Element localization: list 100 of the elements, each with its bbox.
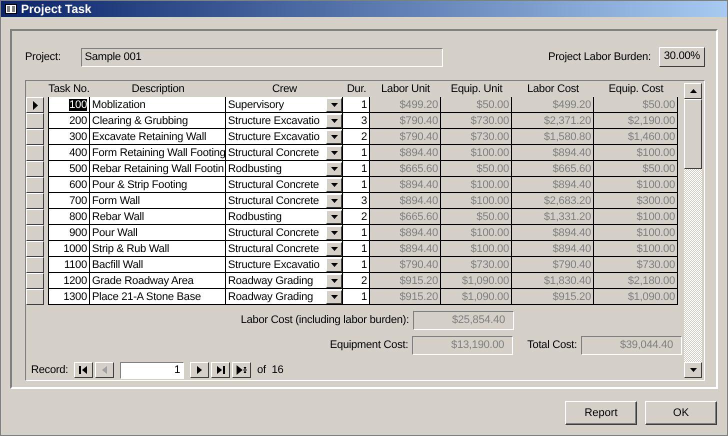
- table-cell: $100.00: [441, 241, 512, 257]
- table-cell[interactable]: 300: [48, 129, 90, 145]
- crew-combo-box[interactable]: Structural Concrete: [226, 225, 343, 241]
- table-cell[interactable]: Form Wall: [90, 193, 226, 209]
- dropdown-button[interactable]: [326, 194, 342, 208]
- table-cell[interactable]: 200: [48, 113, 90, 129]
- dropdown-arrow-icon: [330, 150, 338, 154]
- dropdown-button[interactable]: [326, 162, 342, 176]
- table-cell[interactable]: Pour & Strip Footing: [90, 177, 226, 193]
- table-cell[interactable]: Rebar Wall: [90, 209, 226, 225]
- table-cell[interactable]: 3: [343, 113, 370, 129]
- row-selector[interactable]: [26, 129, 44, 145]
- table-cell[interactable]: Place 21-A Stone Base: [90, 289, 226, 305]
- table-cell[interactable]: 1: [343, 177, 370, 193]
- record-number-field[interactable]: 1: [120, 362, 184, 378]
- table-cell[interactable]: 1: [343, 97, 370, 113]
- table-cell[interactable]: Form Retaining Wall Footing: [90, 145, 226, 161]
- vertical-scrollbar[interactable]: [684, 83, 702, 378]
- ok-button[interactable]: OK: [645, 401, 717, 425]
- new-record-button[interactable]: [232, 362, 252, 378]
- table-cell: $2,371.20: [512, 113, 594, 129]
- row-selector[interactable]: [26, 113, 44, 129]
- dropdown-button[interactable]: [326, 242, 342, 256]
- table-cell[interactable]: 1: [343, 241, 370, 257]
- row-selector[interactable]: [26, 161, 44, 177]
- dropdown-button[interactable]: [326, 274, 342, 288]
- crew-combo-box[interactable]: Rodbusting: [226, 161, 343, 177]
- table-cell[interactable]: 1: [343, 257, 370, 273]
- dropdown-button[interactable]: [326, 98, 342, 112]
- table-cell[interactable]: 1000: [48, 241, 90, 257]
- project-field[interactable]: Sample 001: [80, 48, 443, 66]
- table-cell[interactable]: 100: [48, 97, 90, 113]
- last-record-button[interactable]: [211, 362, 230, 378]
- next-record-button[interactable]: [190, 362, 210, 378]
- dropdown-button[interactable]: [326, 146, 342, 160]
- dropdown-button[interactable]: [326, 258, 342, 272]
- table-cell: $50.00: [441, 97, 512, 113]
- row-selector[interactable]: [26, 97, 44, 113]
- table-cell[interactable]: Pour Wall: [90, 225, 226, 241]
- table-cell[interactable]: 1200: [48, 273, 90, 289]
- table-cell[interactable]: 1: [343, 145, 370, 161]
- crew-combo-box[interactable]: Structure Excavatio: [226, 113, 343, 129]
- scroll-thumb[interactable]: [684, 99, 702, 169]
- crew-combo-box[interactable]: Roadway Grading: [226, 273, 343, 289]
- row-selector[interactable]: [26, 257, 44, 273]
- dropdown-button[interactable]: [326, 210, 342, 224]
- table-cell[interactable]: 400: [48, 145, 90, 161]
- table-cell[interactable]: 1: [343, 225, 370, 241]
- row-selector[interactable]: [26, 177, 44, 193]
- dropdown-arrow-icon: [330, 118, 338, 122]
- table-cell[interactable]: Grade Roadway Area: [90, 273, 226, 289]
- table-cell[interactable]: 800: [48, 209, 90, 225]
- row-selector[interactable]: [26, 241, 44, 257]
- table-cell: $100.00: [594, 225, 678, 241]
- table-cell: $100.00: [594, 145, 678, 161]
- row-selector[interactable]: [26, 193, 44, 209]
- window-title: Project Task: [21, 2, 92, 16]
- table-cell[interactable]: Excavate Retaining Wall: [90, 129, 226, 145]
- table-cell[interactable]: 1: [343, 161, 370, 177]
- crew-combo-box[interactable]: Structural Concrete: [226, 177, 343, 193]
- crew-combo-box[interactable]: Structural Concrete: [226, 145, 343, 161]
- first-record-button[interactable]: [74, 362, 94, 378]
- table-cell[interactable]: 2: [343, 273, 370, 289]
- labor-burden-field[interactable]: 30.00%: [658, 47, 705, 67]
- row-selector[interactable]: [26, 145, 44, 161]
- crew-combo-box[interactable]: Structural Concrete: [226, 193, 343, 209]
- table-cell: $100.00: [441, 145, 512, 161]
- row-selector[interactable]: [26, 209, 44, 225]
- row-selector[interactable]: [26, 289, 44, 305]
- labor-cost-field: $25,854.40: [413, 310, 514, 330]
- dropdown-button[interactable]: [326, 226, 342, 240]
- row-selector[interactable]: [26, 225, 44, 241]
- table-cell[interactable]: 700: [48, 193, 90, 209]
- table-cell[interactable]: 600: [48, 177, 90, 193]
- table-cell[interactable]: 1: [343, 289, 370, 305]
- table-cell: $499.20: [512, 97, 594, 113]
- table-cell[interactable]: Clearing & Grubbing: [90, 113, 226, 129]
- table-cell[interactable]: 1100: [48, 257, 90, 273]
- crew-combo-box[interactable]: Structural Concrete: [226, 241, 343, 257]
- row-selector[interactable]: [26, 273, 44, 289]
- table-cell[interactable]: 500: [48, 161, 90, 177]
- table-cell[interactable]: 900: [48, 225, 90, 241]
- table-cell[interactable]: 3: [343, 193, 370, 209]
- table-cell[interactable]: Bacfill Wall: [90, 257, 226, 273]
- dropdown-button[interactable]: [326, 178, 342, 192]
- crew-combo-box[interactable]: Roadway Grading: [226, 289, 343, 305]
- table-cell[interactable]: Strip & Rub Wall: [90, 241, 226, 257]
- table-cell[interactable]: Rebar Retaining Wall Footin: [90, 161, 226, 177]
- table-cell[interactable]: Moblization: [90, 97, 226, 113]
- crew-combo-box[interactable]: Structure Excavatio: [226, 257, 343, 273]
- table-cell[interactable]: 2: [343, 129, 370, 145]
- crew-combo-box[interactable]: Supervisory: [226, 97, 343, 113]
- dropdown-button[interactable]: [326, 130, 342, 144]
- crew-combo-box[interactable]: Structure Excavatio: [226, 129, 343, 145]
- dropdown-button[interactable]: [326, 290, 342, 304]
- dropdown-button[interactable]: [326, 114, 342, 128]
- crew-combo-box[interactable]: Rodbusting: [226, 209, 343, 225]
- report-button[interactable]: Report: [565, 401, 637, 425]
- table-cell[interactable]: 2: [343, 209, 370, 225]
- table-cell[interactable]: 1300: [48, 289, 90, 305]
